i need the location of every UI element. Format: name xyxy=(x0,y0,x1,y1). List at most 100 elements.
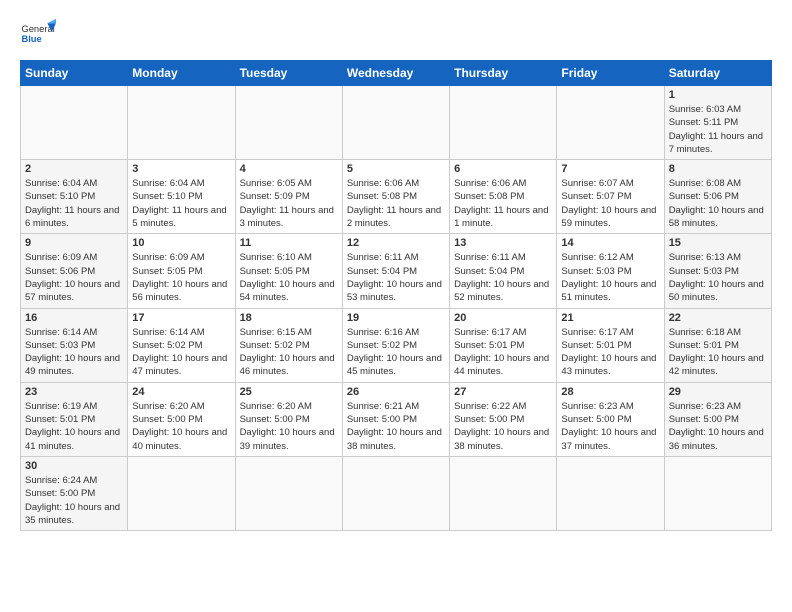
calendar-cell xyxy=(450,86,557,160)
day-number: 4 xyxy=(240,163,338,175)
calendar-page: General Blue SundayMondayTuesdayWednesda… xyxy=(0,0,792,547)
day-info: Sunrise: 6:04 AM Sunset: 5:10 PM Dayligh… xyxy=(132,177,230,230)
day-number: 14 xyxy=(561,237,659,249)
day-header-saturday: Saturday xyxy=(664,61,771,86)
calendar-cell xyxy=(342,456,449,530)
calendar-week-row: 23 Sunrise: 6:19 AM Sunset: 5:01 PM Dayli… xyxy=(21,382,772,456)
calendar-cell: 10 Sunrise: 6:09 AM Sunset: 5:05 PM Dayli… xyxy=(128,234,235,308)
calendar-cell xyxy=(21,86,128,160)
day-number: 7 xyxy=(561,163,659,175)
day-number: 8 xyxy=(669,163,767,175)
day-number: 23 xyxy=(25,386,123,398)
day-info: Sunrise: 6:05 AM Sunset: 5:09 PM Dayligh… xyxy=(240,177,338,230)
calendar-cell: 15 Sunrise: 6:13 AM Sunset: 5:03 PM Dayli… xyxy=(664,234,771,308)
day-number: 11 xyxy=(240,237,338,249)
day-number: 18 xyxy=(240,312,338,324)
day-number: 2 xyxy=(25,163,123,175)
calendar-cell: 29 Sunrise: 6:23 AM Sunset: 5:00 PM Dayli… xyxy=(664,382,771,456)
day-info: Sunrise: 6:24 AM Sunset: 5:00 PM Dayligh… xyxy=(25,474,123,527)
day-number: 16 xyxy=(25,312,123,324)
calendar-cell: 7Sunrise: 6:07 AM Sunset: 5:07 PM Daylig… xyxy=(557,160,664,234)
day-info: Sunrise: 6:18 AM Sunset: 5:01 PM Dayligh… xyxy=(669,326,767,379)
calendar-cell: 2 Sunrise: 6:04 AM Sunset: 5:10 PM Daylig… xyxy=(21,160,128,234)
day-info: Sunrise: 6:14 AM Sunset: 5:03 PM Dayligh… xyxy=(25,326,123,379)
day-info: Sunrise: 6:22 AM Sunset: 5:00 PM Dayligh… xyxy=(454,400,552,453)
calendar-cell: 1Sunrise: 6:03 AM Sunset: 5:11 PM Daylig… xyxy=(664,86,771,160)
day-header-sunday: Sunday xyxy=(21,61,128,86)
calendar-cell xyxy=(557,86,664,160)
calendar-cell: 20Sunrise: 6:17 AM Sunset: 5:01 PM Dayli… xyxy=(450,308,557,382)
day-number: 9 xyxy=(25,237,123,249)
calendar-cell: 30Sunrise: 6:24 AM Sunset: 5:00 PM Dayli… xyxy=(21,456,128,530)
calendar-cell xyxy=(235,86,342,160)
day-info: Sunrise: 6:19 AM Sunset: 5:01 PM Dayligh… xyxy=(25,400,123,453)
day-number: 15 xyxy=(669,237,767,249)
calendar-cell xyxy=(342,86,449,160)
day-header-friday: Friday xyxy=(557,61,664,86)
calendar-cell: 24Sunrise: 6:20 AM Sunset: 5:00 PM Dayli… xyxy=(128,382,235,456)
day-number: 17 xyxy=(132,312,230,324)
day-header-tuesday: Tuesday xyxy=(235,61,342,86)
day-info: Sunrise: 6:15 AM Sunset: 5:02 PM Dayligh… xyxy=(240,326,338,379)
logo: General Blue xyxy=(20,16,56,52)
day-number: 28 xyxy=(561,386,659,398)
calendar-week-row: 2 Sunrise: 6:04 AM Sunset: 5:10 PM Daylig… xyxy=(21,160,772,234)
calendar-cell: 6 Sunrise: 6:06 AM Sunset: 5:08 PM Daylig… xyxy=(450,160,557,234)
day-info: Sunrise: 6:06 AM Sunset: 5:08 PM Dayligh… xyxy=(347,177,445,230)
day-info: Sunrise: 6:23 AM Sunset: 5:00 PM Dayligh… xyxy=(669,400,767,453)
calendar-cell: 26 Sunrise: 6:21 AM Sunset: 5:00 PM Dayli… xyxy=(342,382,449,456)
header: General Blue xyxy=(20,16,772,52)
calendar-cell: 17 Sunrise: 6:14 AM Sunset: 5:02 PM Dayli… xyxy=(128,308,235,382)
calendar-cell: 14 Sunrise: 6:12 AM Sunset: 5:03 PM Dayli… xyxy=(557,234,664,308)
day-number: 6 xyxy=(454,163,552,175)
day-number: 27 xyxy=(454,386,552,398)
day-number: 12 xyxy=(347,237,445,249)
day-header-thursday: Thursday xyxy=(450,61,557,86)
day-number: 26 xyxy=(347,386,445,398)
day-header-wednesday: Wednesday xyxy=(342,61,449,86)
day-number: 5 xyxy=(347,163,445,175)
calendar-week-row: 30Sunrise: 6:24 AM Sunset: 5:00 PM Dayli… xyxy=(21,456,772,530)
calendar-cell: 12 Sunrise: 6:11 AM Sunset: 5:04 PM Dayli… xyxy=(342,234,449,308)
day-number: 3 xyxy=(132,163,230,175)
calendar-cell xyxy=(128,456,235,530)
day-number: 25 xyxy=(240,386,338,398)
day-info: Sunrise: 6:14 AM Sunset: 5:02 PM Dayligh… xyxy=(132,326,230,379)
calendar-week-row: 16 Sunrise: 6:14 AM Sunset: 5:03 PM Dayli… xyxy=(21,308,772,382)
day-info: Sunrise: 6:23 AM Sunset: 5:00 PM Dayligh… xyxy=(561,400,659,453)
day-number: 10 xyxy=(132,237,230,249)
day-info: Sunrise: 6:16 AM Sunset: 5:02 PM Dayligh… xyxy=(347,326,445,379)
calendar-cell: 19 Sunrise: 6:16 AM Sunset: 5:02 PM Dayli… xyxy=(342,308,449,382)
calendar-cell: 23 Sunrise: 6:19 AM Sunset: 5:01 PM Dayli… xyxy=(21,382,128,456)
calendar-cell: 16 Sunrise: 6:14 AM Sunset: 5:03 PM Dayli… xyxy=(21,308,128,382)
day-number: 29 xyxy=(669,386,767,398)
day-info: Sunrise: 6:08 AM Sunset: 5:06 PM Dayligh… xyxy=(669,177,767,230)
calendar-cell: 13Sunrise: 6:11 AM Sunset: 5:04 PM Dayli… xyxy=(450,234,557,308)
calendar-cell: 8 Sunrise: 6:08 AM Sunset: 5:06 PM Daylig… xyxy=(664,160,771,234)
calendar-cell xyxy=(450,456,557,530)
calendar-cell: 21Sunrise: 6:17 AM Sunset: 5:01 PM Dayli… xyxy=(557,308,664,382)
calendar-cell: 18 Sunrise: 6:15 AM Sunset: 5:02 PM Dayli… xyxy=(235,308,342,382)
day-info: Sunrise: 6:20 AM Sunset: 5:00 PM Dayligh… xyxy=(132,400,230,453)
calendar-cell: 5 Sunrise: 6:06 AM Sunset: 5:08 PM Daylig… xyxy=(342,160,449,234)
day-info: Sunrise: 6:09 AM Sunset: 5:05 PM Dayligh… xyxy=(132,251,230,304)
day-info: Sunrise: 6:11 AM Sunset: 5:04 PM Dayligh… xyxy=(347,251,445,304)
day-info: Sunrise: 6:12 AM Sunset: 5:03 PM Dayligh… xyxy=(561,251,659,304)
day-info: Sunrise: 6:06 AM Sunset: 5:08 PM Dayligh… xyxy=(454,177,552,230)
calendar-cell: 22Sunrise: 6:18 AM Sunset: 5:01 PM Dayli… xyxy=(664,308,771,382)
calendar-header-row: SundayMondayTuesdayWednesdayThursdayFrid… xyxy=(21,61,772,86)
day-info: Sunrise: 6:13 AM Sunset: 5:03 PM Dayligh… xyxy=(669,251,767,304)
day-info: Sunrise: 6:17 AM Sunset: 5:01 PM Dayligh… xyxy=(454,326,552,379)
day-info: Sunrise: 6:21 AM Sunset: 5:00 PM Dayligh… xyxy=(347,400,445,453)
calendar-cell: 9 Sunrise: 6:09 AM Sunset: 5:06 PM Daylig… xyxy=(21,234,128,308)
day-number: 19 xyxy=(347,312,445,324)
svg-text:Blue: Blue xyxy=(21,34,41,44)
day-info: Sunrise: 6:04 AM Sunset: 5:10 PM Dayligh… xyxy=(25,177,123,230)
calendar-cell: 3 Sunrise: 6:04 AM Sunset: 5:10 PM Daylig… xyxy=(128,160,235,234)
day-info: Sunrise: 6:09 AM Sunset: 5:06 PM Dayligh… xyxy=(25,251,123,304)
calendar-week-row: 1Sunrise: 6:03 AM Sunset: 5:11 PM Daylig… xyxy=(21,86,772,160)
day-number: 1 xyxy=(669,89,767,101)
calendar-cell: 27 Sunrise: 6:22 AM Sunset: 5:00 PM Dayli… xyxy=(450,382,557,456)
logo-icon: General Blue xyxy=(20,16,56,52)
calendar-cell xyxy=(235,456,342,530)
